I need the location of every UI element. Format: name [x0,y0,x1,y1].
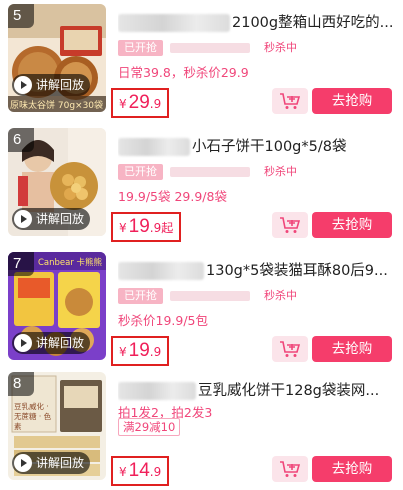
replay-button[interactable]: 讲解回放 [12,332,91,354]
product-item[interactable]: 8 豆乳威化 · 无蔗糖 · 色素 讲解回放 豆乳威化饼干128g袋装网... … [0,372,403,490]
progress-bar [170,291,250,301]
play-icon [14,76,32,94]
currency: ¥ [119,345,127,359]
price: ¥ 19 .9 起 [111,212,182,242]
rank-badge: 8 [8,372,34,396]
product-thumbnail[interactable]: 7 Canbear 卡熊熊 讲解回放 [8,252,106,360]
title-text: 豆乳威化饼干128g袋装网... [198,383,380,399]
flash-sale-label: 秒杀中 [264,289,297,302]
status-row: 已开抢 秒杀中 [118,164,308,180]
rank-badge: 7 [8,252,34,276]
replay-label: 讲解回放 [36,456,85,470]
price-suffix: 起 [161,221,174,235]
product-title[interactable]: 2100g整箱山西好吃的... [118,12,398,34]
progress-bar [170,43,250,53]
add-to-cart-button[interactable] [272,88,308,114]
price-integer: 29 [128,92,150,113]
redacted-text [118,262,204,280]
add-to-cart-icon [280,461,301,477]
price-integer: 19 [128,340,150,361]
product-thumbnail[interactable]: 6 讲解回放 [8,128,106,236]
title-text: 2100g整箱山西好吃的... [232,15,394,31]
play-icon [14,210,32,228]
flash-sale-label: 秒杀中 [264,41,297,54]
buy-now-button[interactable]: 去抢购 [312,336,392,362]
title-text: 小石子饼干100g*5/8袋 [192,139,347,155]
redacted-text [118,138,190,156]
flash-sale-label: 秒杀中 [264,165,297,178]
replay-button[interactable]: 讲解回放 [12,208,91,230]
add-to-cart-button[interactable] [272,456,308,482]
promo-text: 日常39.8，秒杀价29.9 [118,65,249,80]
status-badge: 已开抢 [118,288,163,304]
redacted-text [118,14,230,32]
replay-button[interactable]: 讲解回放 [12,74,91,96]
status-row: 已开抢 秒杀中 [118,288,308,304]
replay-label: 讲解回放 [36,78,85,92]
currency: ¥ [119,465,127,479]
add-to-cart-icon [280,93,301,109]
replay-label: 讲解回放 [36,212,85,226]
add-to-cart-button[interactable] [272,212,308,238]
buy-now-button[interactable]: 去抢购 [312,456,392,482]
currency: ¥ [119,221,127,235]
price-decimal: .9 [149,465,162,479]
add-to-cart-button[interactable] [272,336,308,362]
product-title[interactable]: 130g*5袋装猫耳酥80后9... [118,260,398,282]
add-to-cart-icon [280,217,301,233]
play-icon [14,454,32,472]
live-product-list: 5 原味太谷饼 70g×30袋 讲解回放 2100g整箱山西好吃的... 已开抢… [0,0,403,490]
price-decimal: .9 [149,221,162,235]
product-item[interactable]: 6 讲解回放 小石子饼干100g*5/8袋 已开抢 秒杀中 19.9/5袋 29… [0,128,403,250]
replay-button[interactable]: 讲解回放 [12,452,91,474]
thumb-caption: 原味太谷饼 70g×30袋 [10,101,104,111]
promo-text: 19.9/5袋 29.9/8袋 [118,189,227,204]
coupon-badge: 满29减10 [118,418,181,436]
status-row: 已开抢 秒杀中 [118,40,308,56]
buy-now-button[interactable]: 去抢购 [312,88,392,114]
thumb-caption: 豆乳威化 · 无蔗糖 · 色素 [14,402,52,431]
product-title[interactable]: 豆乳威化饼干128g袋装网... [118,380,398,402]
title-text: 130g*5袋装猫耳酥80后9... [206,263,388,279]
price-integer: 14 [128,460,150,481]
price: ¥ 29 .9 [111,88,170,118]
add-to-cart-icon [280,341,301,357]
product-thumbnail[interactable]: 8 豆乳威化 · 无蔗糖 · 色素 讲解回放 [8,372,106,480]
replay-label: 讲解回放 [36,336,85,350]
price: ¥ 19 .9 [111,336,170,366]
price: ¥ 14 .9 [111,456,170,486]
play-icon [14,334,32,352]
price-decimal: .9 [149,97,162,111]
product-thumbnail[interactable]: 5 原味太谷饼 70g×30袋 讲解回放 [8,4,106,112]
rank-badge: 5 [8,4,34,28]
price-decimal: .9 [149,345,162,359]
product-item[interactable]: 7 Canbear 卡熊熊 讲解回放 130g*5袋装猫耳酥80后9... 已开… [0,252,403,374]
product-title[interactable]: 小石子饼干100g*5/8袋 [118,136,398,158]
price-integer: 19 [128,216,150,237]
promo-text: 秒杀价19.9/5包 [118,313,208,328]
status-badge: 已开抢 [118,164,163,180]
currency: ¥ [119,97,127,111]
buy-now-button[interactable]: 去抢购 [312,212,392,238]
progress-bar [170,167,250,177]
product-item[interactable]: 5 原味太谷饼 70g×30袋 讲解回放 2100g整箱山西好吃的... 已开抢… [0,4,403,126]
thumb-brand: Canbear 卡熊熊 [38,258,103,268]
status-badge: 已开抢 [118,40,163,56]
redacted-text [118,382,196,400]
rank-badge: 6 [8,128,34,152]
